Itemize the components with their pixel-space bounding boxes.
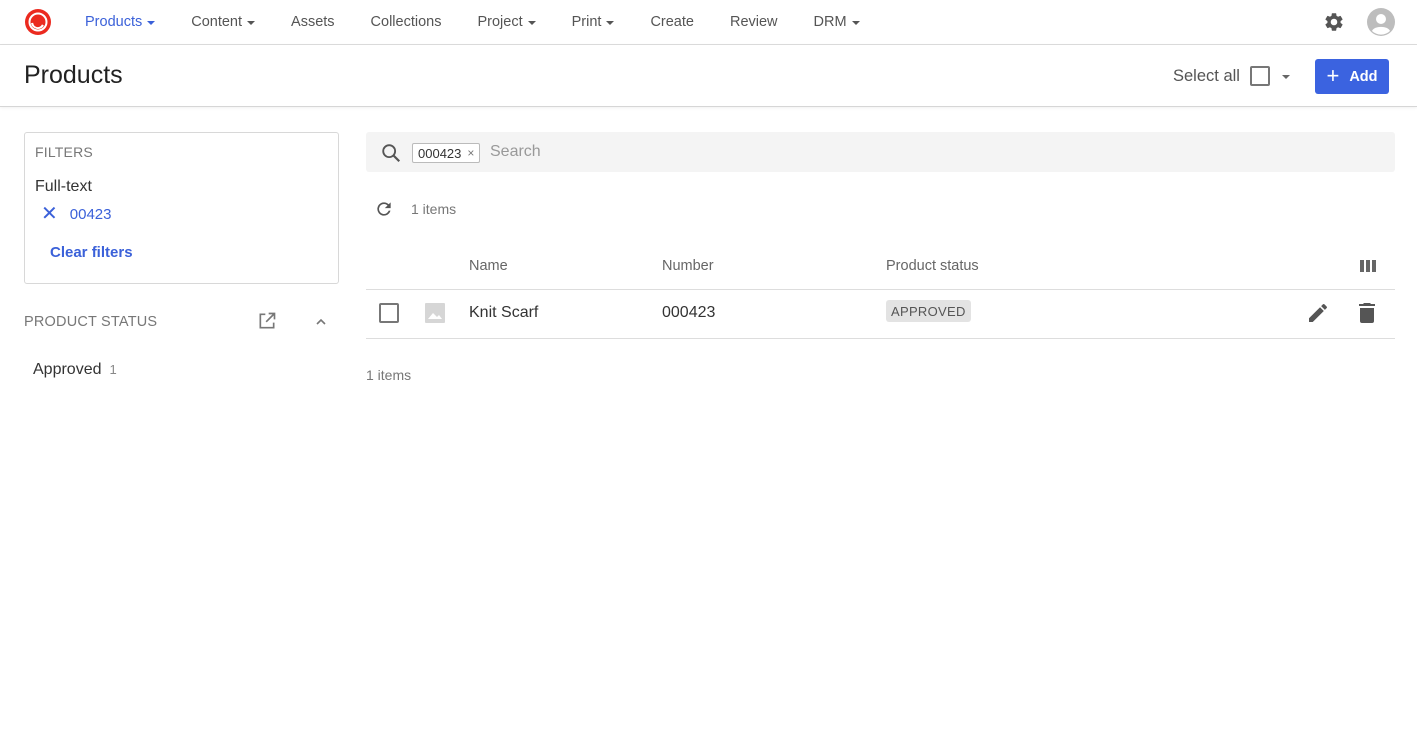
nav-item-label: Products [85, 14, 143, 30]
main-menu: Products Content Assets Collections Proj… [67, 0, 878, 44]
avatar-icon[interactable] [1367, 8, 1395, 36]
add-button[interactable]: + Add [1315, 59, 1389, 94]
select-all-dropdown-icon[interactable] [1281, 75, 1290, 79]
product-status-facet-title: PRODUCT STATUS [24, 314, 158, 330]
search-icon [382, 144, 401, 163]
nav-item-project[interactable]: Project [459, 0, 553, 44]
remove-filter-icon[interactable]: ✕ [41, 204, 58, 224]
column-header-product-status[interactable]: Product status [886, 258, 979, 274]
cell-number: 000423 [662, 304, 716, 321]
select-all-control[interactable]: Select all [1173, 66, 1290, 86]
filters-panel: FILTERS Full-text ✕ 00423 Clear filters [24, 132, 339, 284]
column-header-number[interactable]: Number [662, 258, 714, 274]
image-placeholder-icon [425, 303, 445, 323]
nav-item-review[interactable]: Review [712, 0, 796, 44]
select-all-label: Select all [1173, 66, 1240, 85]
sitecore-logo-icon[interactable] [24, 8, 52, 36]
facet-item-count: 1 [109, 362, 117, 377]
nav-item-label: Review [729, 14, 778, 30]
header-divider [366, 289, 1395, 290]
caret-down-icon [606, 21, 615, 25]
result-count-footer: 1 items [366, 367, 412, 383]
nav-item-products[interactable]: Products [67, 0, 173, 44]
select-all-checkbox[interactable] [1249, 66, 1270, 86]
nav-item-label: DRM [813, 14, 847, 30]
delete-icon[interactable] [1356, 301, 1378, 325]
facet-item-approved[interactable]: Approved 1 [33, 361, 117, 379]
fulltext-value: 00423 [69, 205, 112, 223]
page-title: Products [24, 61, 123, 89]
caret-down-icon [527, 21, 536, 25]
row-checkbox[interactable] [379, 303, 399, 323]
filters-title: FILTERS [35, 144, 93, 160]
remove-tag-icon[interactable]: × [467, 146, 474, 160]
nav-item-label: Content [191, 14, 243, 30]
search-tag[interactable]: 000423 × [412, 143, 481, 163]
row-divider [366, 338, 1395, 339]
page-header: Products Select all + Add [0, 45, 1417, 107]
search-bar: 000423 × [366, 132, 1395, 172]
cell-name[interactable]: Knit Scarf [469, 304, 538, 322]
chevron-up-icon[interactable] [313, 315, 329, 329]
status-badge: APPROVED [886, 300, 971, 322]
nav-item-create[interactable]: Create [632, 0, 712, 44]
nav-item-print[interactable]: Print [554, 0, 633, 44]
nav-item-collections[interactable]: Collections [353, 0, 460, 44]
caret-down-icon [851, 21, 860, 25]
nav-item-label: Print [571, 14, 602, 30]
open-in-new-icon[interactable] [257, 311, 277, 331]
fulltext-label: Full-text [35, 178, 92, 195]
nav-item-label: Collections [370, 14, 442, 30]
nav-item-assets[interactable]: Assets [273, 0, 353, 44]
add-button-label: Add [1349, 68, 1378, 85]
nav-item-content[interactable]: Content [173, 0, 273, 44]
refresh-icon[interactable] [374, 199, 394, 219]
gear-icon[interactable] [1323, 11, 1345, 33]
nav-item-drm[interactable]: DRM [796, 0, 878, 44]
plus-icon: + [1326, 62, 1340, 88]
caret-down-icon [247, 21, 256, 25]
column-header-name[interactable]: Name [469, 258, 508, 274]
top-navigation: Products Content Assets Collections Proj… [0, 0, 1417, 45]
column-settings-icon[interactable] [1359, 258, 1377, 274]
result-count: 1 items [411, 201, 457, 217]
nav-item-label: Project [477, 14, 523, 30]
facet-item-label: Approved [33, 361, 102, 378]
fulltext-filter-chip[interactable]: ✕ 00423 [41, 204, 111, 224]
search-tag-label: 000423 [418, 145, 462, 161]
search-input[interactable] [490, 140, 1370, 164]
edit-icon[interactable] [1306, 301, 1330, 325]
caret-down-icon [147, 21, 156, 25]
nav-item-label: Assets [291, 14, 335, 30]
nav-item-label: Create [650, 14, 694, 30]
clear-filters-link[interactable]: Clear filters [50, 244, 133, 261]
